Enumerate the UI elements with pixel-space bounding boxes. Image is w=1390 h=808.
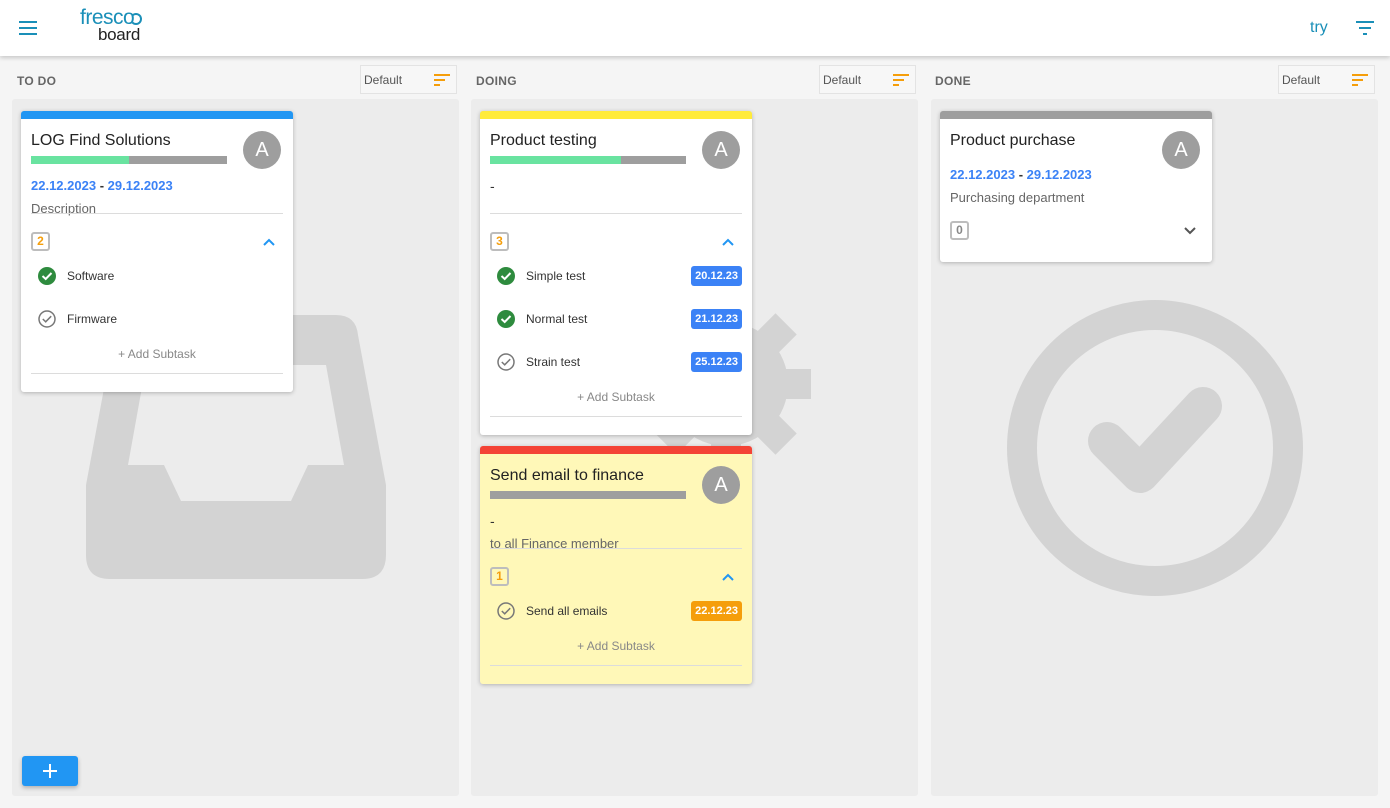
check-done-icon[interactable]: [496, 309, 516, 329]
add-subtask-button[interactable]: + Add Subtask: [480, 390, 752, 404]
progress-bar: [31, 156, 227, 164]
sort-select-value: Default: [364, 73, 403, 87]
divider: [490, 665, 742, 666]
sort-icon: [893, 74, 909, 86]
date-end: 29.12.2023: [107, 178, 173, 193]
subtask-item[interactable]: Strain test 25.12.23: [496, 351, 742, 373]
task-card-log-find-solutions[interactable]: LOG Find Solutions A 22.12.2023 - 29.12.…: [21, 111, 293, 392]
avatar[interactable]: A: [702, 466, 740, 504]
subtask-item[interactable]: Simple test 20.12.23: [496, 265, 742, 287]
add-subtask-button[interactable]: + Add Subtask: [480, 639, 752, 653]
card-title: LOG Find Solutions: [31, 132, 171, 149]
chevron-up-icon[interactable]: [261, 234, 277, 250]
date-placeholder[interactable]: -: [490, 178, 495, 194]
subtask-due-date[interactable]: 20.12.23: [691, 266, 742, 286]
column-title-todo: TO DO: [17, 74, 57, 88]
card-title: Product purchase: [950, 132, 1076, 149]
progress-bar: [490, 156, 686, 164]
logo-text-bottom: board: [98, 25, 140, 44]
subtask-count-badge: 0: [950, 221, 969, 240]
subtask-label: Simple test: [526, 269, 586, 283]
task-card-product-testing[interactable]: Product testing A - 3 Simple test 20.12.…: [480, 111, 752, 435]
subtask-due-date[interactable]: 25.12.23: [691, 352, 742, 372]
top-app-bar: fresco board try: [0, 0, 1390, 56]
progress-bar: [490, 491, 686, 499]
sort-icon: [1352, 74, 1368, 86]
check-done-icon[interactable]: [37, 266, 57, 286]
date-end: 29.12.2023: [1026, 167, 1092, 182]
divider: [490, 213, 742, 214]
check-outline-icon[interactable]: [496, 601, 516, 621]
avatar[interactable]: A: [1162, 131, 1200, 169]
avatar[interactable]: A: [702, 131, 740, 169]
subtask-label: Software: [67, 269, 115, 283]
subtask-item[interactable]: Software: [37, 265, 283, 287]
sort-select-doing[interactable]: Default: [819, 65, 916, 94]
add-subtask-button[interactable]: + Add Subtask: [21, 347, 293, 361]
subtask-count-badge: 1: [490, 567, 509, 586]
sort-select-value: Default: [823, 73, 862, 87]
column-title-doing: DOING: [476, 74, 517, 88]
check-done-icon[interactable]: [496, 266, 516, 286]
filter-icon[interactable]: [1353, 16, 1377, 40]
progress-fill: [490, 156, 622, 164]
plus-icon: [43, 764, 57, 778]
date-separator: -: [1018, 167, 1024, 182]
date-separator: -: [99, 178, 105, 193]
chevron-down-icon[interactable]: [1182, 223, 1198, 239]
card-title: Product testing: [490, 132, 597, 149]
chevron-up-icon[interactable]: [720, 234, 736, 250]
date-placeholder[interactable]: -: [490, 513, 495, 529]
menu-icon[interactable]: [16, 16, 40, 40]
avatar[interactable]: A: [243, 131, 281, 169]
subtask-label: Firmware: [67, 312, 117, 326]
date-start: 22.12.2023: [31, 178, 97, 193]
sort-select-done[interactable]: Default: [1278, 65, 1375, 94]
divider: [490, 416, 742, 417]
date-range[interactable]: 22.12.2023 - 29.12.2023: [31, 178, 173, 193]
subtask-count-badge: 2: [31, 232, 50, 251]
check-outline-icon[interactable]: [496, 352, 516, 372]
date-range[interactable]: 22.12.2023 - 29.12.2023: [950, 167, 1092, 182]
subtask-item[interactable]: Normal test 21.12.23: [496, 308, 742, 330]
sort-icon: [434, 74, 450, 86]
subtask-due-date[interactable]: 22.12.23: [691, 601, 742, 621]
chevron-up-icon[interactable]: [720, 569, 736, 585]
subtask-count-badge: 3: [490, 232, 509, 251]
sort-select-value: Default: [1282, 73, 1321, 87]
card-title: Send email to finance: [490, 467, 644, 484]
subtask-label: Send all emails: [526, 604, 608, 618]
sort-select-todo[interactable]: Default: [360, 65, 457, 94]
add-task-button[interactable]: [22, 756, 78, 786]
check-circle-icon: [1007, 300, 1303, 596]
subtask-label: Strain test: [526, 355, 581, 369]
divider: [31, 373, 283, 374]
progress-fill: [31, 156, 129, 164]
fresco-board-logo[interactable]: fresco board: [80, 7, 144, 45]
card-description[interactable]: Purchasing department: [950, 190, 1084, 205]
date-start: 22.12.2023: [950, 167, 1016, 182]
task-card-product-purchase[interactable]: Product purchase A 22.12.2023 - 29.12.20…: [940, 111, 1212, 262]
try-link[interactable]: try: [1310, 19, 1328, 37]
check-outline-icon[interactable]: [37, 309, 57, 329]
subtask-label: Normal test: [526, 312, 588, 326]
subtask-item[interactable]: Firmware: [37, 308, 283, 330]
divider: [31, 213, 283, 214]
logo-ring: [130, 13, 142, 25]
subtask-item[interactable]: Send all emails 22.12.23: [496, 600, 742, 622]
task-card-send-email-to-finance[interactable]: Send email to finance A - to all Finance…: [480, 446, 752, 684]
subtask-due-date[interactable]: 21.12.23: [691, 309, 742, 329]
column-title-done: DONE: [935, 74, 971, 88]
divider: [490, 548, 742, 549]
